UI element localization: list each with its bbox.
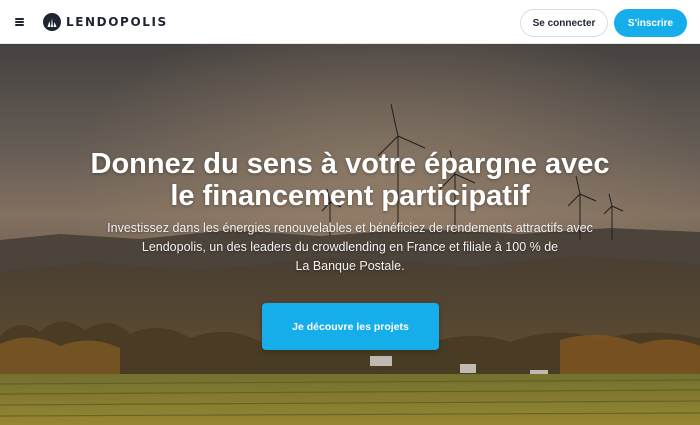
- hero-section: Donnez du sens à votre épargne avec le f…: [0, 44, 700, 425]
- hero-title-line-1: Donnez du sens à votre épargne avec: [90, 148, 610, 180]
- hero-subtitle-line-2: Lendopolis, un des leaders du crowdlendi…: [141, 240, 559, 254]
- hero-subtitle-line-3: La Banque Postale.: [295, 259, 405, 273]
- hero-title: Donnez du sens à votre épargne avec le f…: [40, 148, 660, 212]
- wind-turbine-logo-icon: [43, 13, 61, 31]
- signup-button[interactable]: S'inscrire: [614, 9, 687, 37]
- top-navigation-bar: LENDOPOLIS Se connecter S'inscrire: [0, 0, 700, 44]
- brand-name: LENDOPOLIS: [66, 15, 168, 29]
- brand-logo[interactable]: LENDOPOLIS: [42, 12, 168, 32]
- hero-subtitle: Investissez dans les énergies renouvelab…: [95, 219, 605, 276]
- hamburger-menu-icon[interactable]: [14, 15, 28, 29]
- hero-subtitle-line-1: Investissez dans les énergies renouvelab…: [107, 221, 593, 235]
- hero-title-line-2: le financement participatif: [170, 180, 530, 212]
- discover-projects-button[interactable]: Je découvre les projets: [262, 303, 439, 350]
- login-button[interactable]: Se connecter: [520, 9, 608, 37]
